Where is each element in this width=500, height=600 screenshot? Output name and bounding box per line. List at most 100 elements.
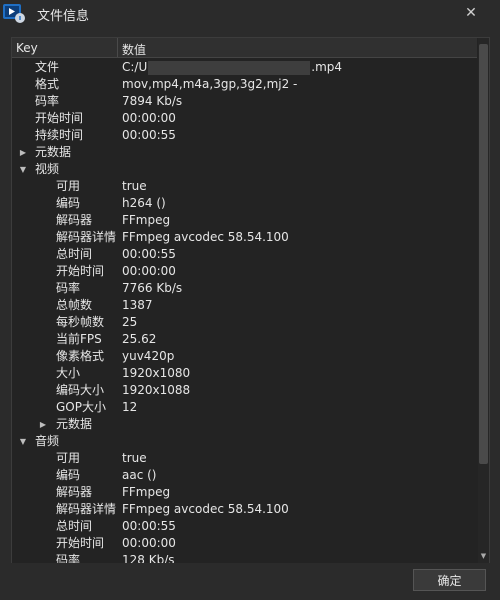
column-divider[interactable] — [117, 38, 118, 57]
vertical-scrollbar[interactable]: ▼ — [478, 38, 489, 563]
tree-row[interactable]: 像素格式 yuv420p — [12, 348, 477, 365]
row-key: 解码器详情 — [56, 502, 117, 516]
row-key: 总时间 — [56, 247, 93, 261]
row-key: 解码器详情 — [56, 230, 117, 244]
row-key: 格式 — [35, 77, 60, 91]
row-value: true — [122, 451, 147, 465]
tree-row[interactable]: 持续时间 00:00:55 — [12, 127, 477, 144]
tree-row[interactable]: 可用 true — [12, 178, 477, 195]
row-key: 总帧数 — [56, 298, 93, 312]
scroll-down-icon[interactable]: ▼ — [479, 552, 488, 561]
expand-arrow-down-icon[interactable]: ▼ — [18, 433, 28, 450]
row-key: 开始时间 — [56, 264, 105, 278]
tree-row[interactable]: 码率 7894 Kb/s — [12, 93, 477, 110]
row-key: 编码 — [56, 196, 81, 210]
row-key: 当前FPS — [56, 332, 102, 346]
row-key: 音频 — [35, 434, 60, 448]
tree-row[interactable]: 当前FPS 25.62 — [12, 331, 477, 348]
row-key: 开始时间 — [35, 111, 84, 125]
row-value: 1920x1088 — [122, 383, 191, 397]
row-value: 1920x1080 — [122, 366, 191, 380]
tree-row[interactable]: ▶ 元数据 — [12, 416, 477, 433]
row-key: 编码大小 — [56, 383, 105, 397]
tree-row[interactable]: 总时间 00:00:55 — [12, 518, 477, 535]
app-icon — [3, 4, 25, 23]
row-value: h264 () — [122, 196, 166, 210]
table-header: Key 数值 — [12, 38, 477, 58]
row-key: 元数据 — [56, 417, 93, 431]
column-header-key[interactable]: Key — [16, 41, 38, 55]
tree-row[interactable]: ▶ 元数据 — [12, 144, 477, 161]
expand-arrow-right-icon[interactable]: ▶ — [38, 416, 48, 433]
row-value: 00:00:55 — [122, 519, 176, 533]
tree-row[interactable]: 可用 true — [12, 450, 477, 467]
tree-rows: 文件 C:/U .mp4 格式 mov,mp4,m4a,3gp,3g2,mj2 - 码率 7… — [12, 59, 477, 563]
row-value: 1387 — [122, 298, 153, 312]
row-key: 可用 — [56, 179, 81, 193]
row-key: GOP大小 — [56, 400, 106, 414]
row-key: 大小 — [56, 366, 81, 380]
file-info-tree[interactable]: Key 数值 文件 C:/U .mp4 格式 mov,mp4,m4a,3gp,3g2,m… — [11, 37, 490, 564]
row-value: 00:00:00 — [122, 111, 176, 125]
tree-row[interactable]: 文件 C:/U .mp4 — [12, 59, 477, 76]
row-value: true — [122, 179, 147, 193]
tree-row[interactable]: 解码器详情 FFmpeg avcodec 58.54.100 — [12, 229, 477, 246]
path-suffix: .mp4 — [311, 60, 343, 74]
title-bar: 文件信息 ✕ — [0, 0, 500, 28]
tree-row[interactable]: 格式 mov,mp4,m4a,3gp,3g2,mj2 - — [12, 76, 477, 93]
path-prefix: C:/U — [122, 60, 148, 74]
row-value: 00:00:55 — [122, 247, 176, 261]
row-key: 每秒帧数 — [56, 315, 105, 329]
row-value: 00:00:00 — [122, 536, 176, 550]
scrollbar-thumb[interactable] — [479, 44, 488, 464]
row-value: 25.62 — [122, 332, 157, 346]
row-value: 7894 Kb/s — [122, 94, 183, 108]
row-key: 元数据 — [35, 145, 72, 159]
row-value: FFmpeg avcodec 58.54.100 — [122, 230, 289, 244]
tree-row[interactable]: 编码 aac () — [12, 467, 477, 484]
row-value: C:/U .mp4 — [122, 59, 342, 76]
row-key: 编码 — [56, 468, 81, 482]
tree-row[interactable]: GOP大小 12 — [12, 399, 477, 416]
tree-row[interactable]: ▼ 视频 — [12, 161, 477, 178]
tree-row[interactable]: 开始时间 00:00:00 — [12, 535, 477, 552]
tree-row[interactable]: 解码器详情 FFmpeg avcodec 58.54.100 — [12, 501, 477, 518]
redacted-path-block — [148, 60, 311, 75]
tree-row[interactable]: 解码器 FFmpeg — [12, 484, 477, 501]
row-value: FFmpeg — [122, 213, 171, 227]
row-key: 码率 — [35, 94, 60, 108]
row-value: 00:00:55 — [122, 128, 176, 142]
row-value: aac () — [122, 468, 157, 482]
expand-arrow-down-icon[interactable]: ▼ — [18, 161, 28, 178]
tree-row[interactable]: 开始时间 00:00:00 — [12, 110, 477, 127]
tree-row[interactable]: 码率 7766 Kb/s — [12, 280, 477, 297]
row-value: FFmpeg avcodec 58.54.100 — [122, 502, 289, 516]
row-key: 可用 — [56, 451, 81, 465]
row-key: 持续时间 — [35, 128, 84, 142]
row-value: 12 — [122, 400, 138, 414]
close-icon[interactable]: ✕ — [462, 4, 480, 22]
tree-row[interactable]: 编码 h264 () — [12, 195, 477, 212]
tree-row[interactable]: 解码器 FFmpeg — [12, 212, 477, 229]
tree-row[interactable]: 开始时间 00:00:00 — [12, 263, 477, 280]
row-value: mov,mp4,m4a,3gp,3g2,mj2 - — [122, 77, 298, 91]
row-key: 解码器 — [56, 213, 93, 227]
row-value: yuv420p — [122, 349, 175, 363]
row-key: 解码器 — [56, 485, 93, 499]
row-value: 00:00:00 — [122, 264, 176, 278]
expand-arrow-right-icon[interactable]: ▶ — [18, 144, 28, 161]
row-key: 码率 — [56, 281, 81, 295]
tree-row[interactable]: 大小 1920x1080 — [12, 365, 477, 382]
tree-row[interactable]: 总时间 00:00:55 — [12, 246, 477, 263]
row-key: 视频 — [35, 162, 60, 176]
ok-button[interactable]: 确定 — [413, 569, 486, 591]
column-header-value[interactable]: 数值 — [122, 41, 146, 58]
row-key: 开始时间 — [56, 536, 105, 550]
row-key: 像素格式 — [56, 349, 105, 363]
tree-row[interactable]: 每秒帧数 25 — [12, 314, 477, 331]
row-value: FFmpeg — [122, 485, 171, 499]
row-value: 7766 Kb/s — [122, 281, 183, 295]
tree-row[interactable]: 编码大小 1920x1088 — [12, 382, 477, 399]
tree-row[interactable]: ▼ 音频 — [12, 433, 477, 450]
tree-row[interactable]: 总帧数 1387 — [12, 297, 477, 314]
